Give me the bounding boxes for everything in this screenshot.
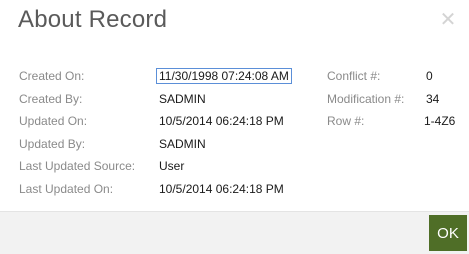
last-updated-on-label: Last Updated On: (19, 182, 114, 196)
row-value: 1-4Z6 (424, 114, 456, 128)
conflict-value: 0 (426, 69, 433, 83)
updated-by-value: SADMIN (159, 137, 206, 151)
row-label: Row #: (327, 114, 365, 128)
modification-value: 34 (426, 92, 440, 106)
dialog-footer: OK (0, 211, 469, 254)
created-by-label: Created By: (19, 92, 83, 106)
updated-on-value: 10/5/2014 06:24:18 PM (159, 114, 284, 128)
modification-label: Modification #: (327, 92, 405, 106)
last-updated-on-value: 10/5/2014 06:24:18 PM (159, 182, 284, 196)
ok-button[interactable]: OK (429, 215, 467, 251)
updated-by-label: Updated By: (19, 137, 86, 151)
dialog-title: About Record (18, 6, 168, 33)
close-icon[interactable]: ✕ (439, 9, 457, 29)
last-updated-source-value: User (159, 159, 185, 173)
last-updated-source-label: Last Updated Source: (19, 159, 136, 173)
conflict-label: Conflict #: (327, 69, 381, 83)
created-by-value: SADMIN (159, 92, 206, 106)
updated-on-label: Updated On: (19, 114, 88, 128)
created-on-value[interactable]: 11/30/1998 07:24:08 AM (156, 68, 292, 84)
created-on-label: Created On: (19, 69, 85, 83)
